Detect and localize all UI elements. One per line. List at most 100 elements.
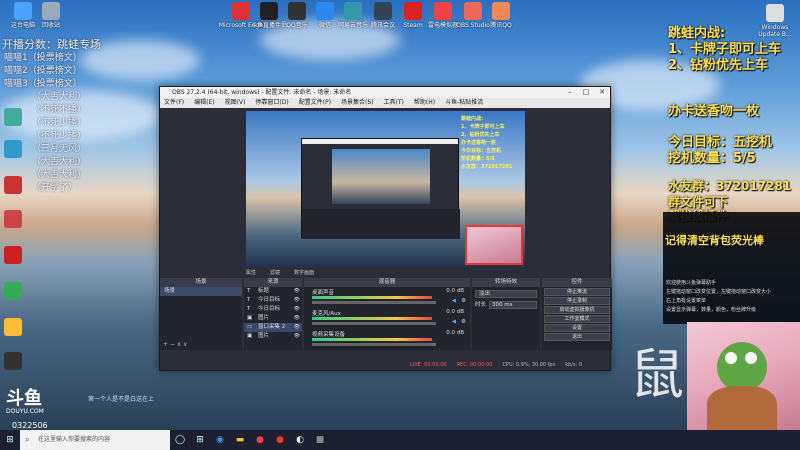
danmaku-panel[interactable]: 记得清空背包荧光棒 欢迎使用斗鱼弹幕助手 左键拖动窗口改变位置，左键拖动窗口改变… xyxy=(663,212,800,324)
overlay-count: 挖机数量：5/5 xyxy=(668,151,756,166)
overlay-line: 喵喵3（投票榜文） xyxy=(4,79,82,89)
duration-input[interactable]: 300 ms xyxy=(489,301,537,309)
scene-item[interactable]: 场景 xyxy=(160,287,242,296)
obs-taskbar-icon[interactable]: ◐ xyxy=(290,430,310,450)
settings-button[interactable]: 设置 xyxy=(544,324,610,332)
stop-recording-button[interactable]: 停止录制 xyxy=(544,297,610,305)
desktop-icon[interactable] xyxy=(0,282,36,302)
nested-docks xyxy=(302,209,460,239)
desktop-icon[interactable] xyxy=(0,352,36,372)
transitions-header: 转场特效 xyxy=(472,278,540,287)
desktop-icon[interactable] xyxy=(0,210,36,230)
channel-name: 视频采集设备 xyxy=(312,332,346,338)
source-item[interactable]: T 标题 👁 xyxy=(244,287,302,296)
desktop-icon-recycle[interactable]: 回收站 xyxy=(28,2,74,29)
gear-icon[interactable]: ⚙ xyxy=(461,298,466,304)
mixer-panel: 桌面声音 0.0 dB ◀ ⚙ 麦克风/Aux 0.0 dB ◀ ⚙ 视频采集设… xyxy=(304,287,470,350)
source-item-selected[interactable]: ▭ 窗口采集 2 👁 xyxy=(244,323,302,332)
overlay-line: （不死少播） xyxy=(32,131,87,141)
image-source-icon: ▣ xyxy=(247,333,253,339)
channel-db: 0.0 dB xyxy=(446,309,464,315)
app-icon xyxy=(4,352,22,370)
obs-window[interactable]: OBS 27.2.4 (64-bit, windows) - 配置文件: 未命名… xyxy=(159,86,612,371)
visibility-icon[interactable]: 👁 xyxy=(294,314,300,323)
room-number: 0322506 xyxy=(12,421,48,430)
duration-label: 时长 xyxy=(475,302,487,308)
volume-slider[interactable] xyxy=(312,343,436,346)
preview-overlay-text: 跳蛙内战: 1、卡牌子即可上车 2、钻粉优先上车 办卡送香吻一枚 今日目标：五挖… xyxy=(461,115,521,225)
visibility-icon[interactable]: 👁 xyxy=(294,323,300,332)
exit-button[interactable]: 退出 xyxy=(544,333,610,341)
channel-name: 麦克风/Aux xyxy=(312,311,341,317)
filters-button[interactable]: 滤镜 xyxy=(270,269,280,277)
desktop-icon-qq[interactable]: 腾讯QQ xyxy=(478,2,524,29)
overlay-line: （不死不播） xyxy=(32,105,87,115)
virtual-camera-button[interactable]: 启动虚拟摄像机 xyxy=(544,306,610,314)
overlay-line: （大吉大利） xyxy=(32,157,87,167)
menu-file[interactable]: 文件(F) xyxy=(164,98,184,108)
visibility-icon[interactable]: 👁 xyxy=(294,305,300,314)
nested-preview xyxy=(332,149,430,204)
source-item[interactable]: ▣ 图片 👁 xyxy=(244,332,302,341)
menu-douyu[interactable]: 斗鱼-粘贴推流 xyxy=(445,98,483,108)
app-taskbar-icon[interactable]: ● xyxy=(250,430,270,450)
digital-screen-button[interactable]: 数字画面 xyxy=(294,269,314,277)
chat-line: 右上角有设置菜单 xyxy=(666,298,707,304)
properties-button[interactable]: 属性 xyxy=(246,269,256,277)
visibility-icon[interactable]: 👁 xyxy=(294,296,300,305)
desktop-icon[interactable] xyxy=(0,318,36,338)
chat-line: 欢迎使用斗鱼弹幕助手 xyxy=(666,280,717,286)
search-box[interactable]: ⌕ 在这里输入你要搜索的内容 xyxy=(20,430,170,450)
preview-selected-source[interactable] xyxy=(465,225,523,265)
volume-slider[interactable] xyxy=(312,322,436,325)
app-taskbar-icon[interactable]: ● xyxy=(270,430,290,450)
visibility-icon[interactable]: 👁 xyxy=(294,287,300,296)
volume-slider[interactable] xyxy=(312,301,436,304)
desktop-icon-update[interactable]: Windows Update B... xyxy=(752,4,798,38)
app-taskbar-icon[interactable]: ■ xyxy=(310,430,330,450)
chat-badges xyxy=(663,248,800,278)
minimize-icon[interactable]: – xyxy=(562,87,578,98)
gear-icon[interactable]: ⚙ xyxy=(461,319,466,325)
overlay-left-list: 喵喵1（投票榜文） 喵喵2（投票榜文） 喵喵3（投票榜文） （大吉大利） （不死… xyxy=(4,52,86,195)
text-source-icon: T xyxy=(247,306,251,312)
menu-tools[interactable]: 工具(T) xyxy=(384,98,404,108)
start-icon[interactable]: ⊞ xyxy=(0,430,20,450)
stop-streaming-button[interactable]: 停止推流 xyxy=(544,288,610,296)
preview-line: 水友群：372017281 xyxy=(461,164,513,170)
source-item[interactable]: ▣ 图片 👁 xyxy=(244,314,302,323)
speaker-icon[interactable]: ◀ xyxy=(452,298,456,304)
obs-menubar: 文件(F) 编辑(E) 视图(V) 停靠窗口(D) 配置文件(P) 场景集合(S… xyxy=(160,98,610,108)
desktop-icon[interactable] xyxy=(0,246,36,266)
source-item[interactable]: T 今日目标 👁 xyxy=(244,296,302,305)
folder-icon[interactable]: ▬ xyxy=(230,430,250,450)
studio-mode-button[interactable]: 工作室模式 xyxy=(544,315,610,323)
channel-db: 0.0 dB xyxy=(446,288,464,294)
obs-statusbar: LIVE: 00:00:00 REC: 00:00:00 CPU: 0.9%, … xyxy=(160,360,610,370)
sources-header: 来源 xyxy=(244,278,302,287)
speaker-icon[interactable]: ◀ xyxy=(452,319,456,325)
menu-edit[interactable]: 编辑(E) xyxy=(194,98,214,108)
source-item[interactable]: T 今日目标 👁 xyxy=(244,305,302,314)
scene-list-controls[interactable]: + − ∧ ∨ xyxy=(163,341,188,348)
task-view-icon[interactable]: ◯ xyxy=(170,430,190,450)
app-icon xyxy=(4,282,22,300)
menu-help[interactable]: 帮助(H) xyxy=(414,98,435,108)
menu-profile[interactable]: 配置文件(P) xyxy=(299,98,331,108)
channel-db: 0.0 dB xyxy=(446,330,464,336)
maximize-icon[interactable]: □ xyxy=(578,87,594,98)
overlay-line: （不死少播） xyxy=(32,118,87,128)
menu-view[interactable]: 视图(V) xyxy=(225,98,246,108)
obs-titlebar[interactable]: OBS 27.2.4 (64-bit, windows) - 配置文件: 未命名… xyxy=(160,87,610,98)
edge-icon[interactable]: ◉ xyxy=(210,430,230,450)
transition-select[interactable]: 淡出 xyxy=(475,290,537,298)
sources-panel: T 标题 👁 T 今日目标 👁 T 今日目标 👁 ▣ 图片 👁 ▭ 窗口采集 2 👁 ▣ 图片 👁 xyxy=(244,287,302,350)
windows-icon[interactable]: ⊞ xyxy=(190,430,210,450)
menu-docks[interactable]: 停靠窗口(D) xyxy=(255,98,288,108)
nested-titlebar xyxy=(302,139,458,144)
menu-scene-collection[interactable]: 场景集合(S) xyxy=(341,98,374,108)
frog-eye xyxy=(725,352,737,364)
close-icon[interactable]: ✕ xyxy=(594,87,610,98)
visibility-icon[interactable]: 👁 xyxy=(294,332,300,341)
obs-preview[interactable]: 跳蛙内战: 1、卡牌子即可上车 2、钻粉优先上车 办卡送香吻一枚 今日目标：五挖… xyxy=(246,111,525,267)
